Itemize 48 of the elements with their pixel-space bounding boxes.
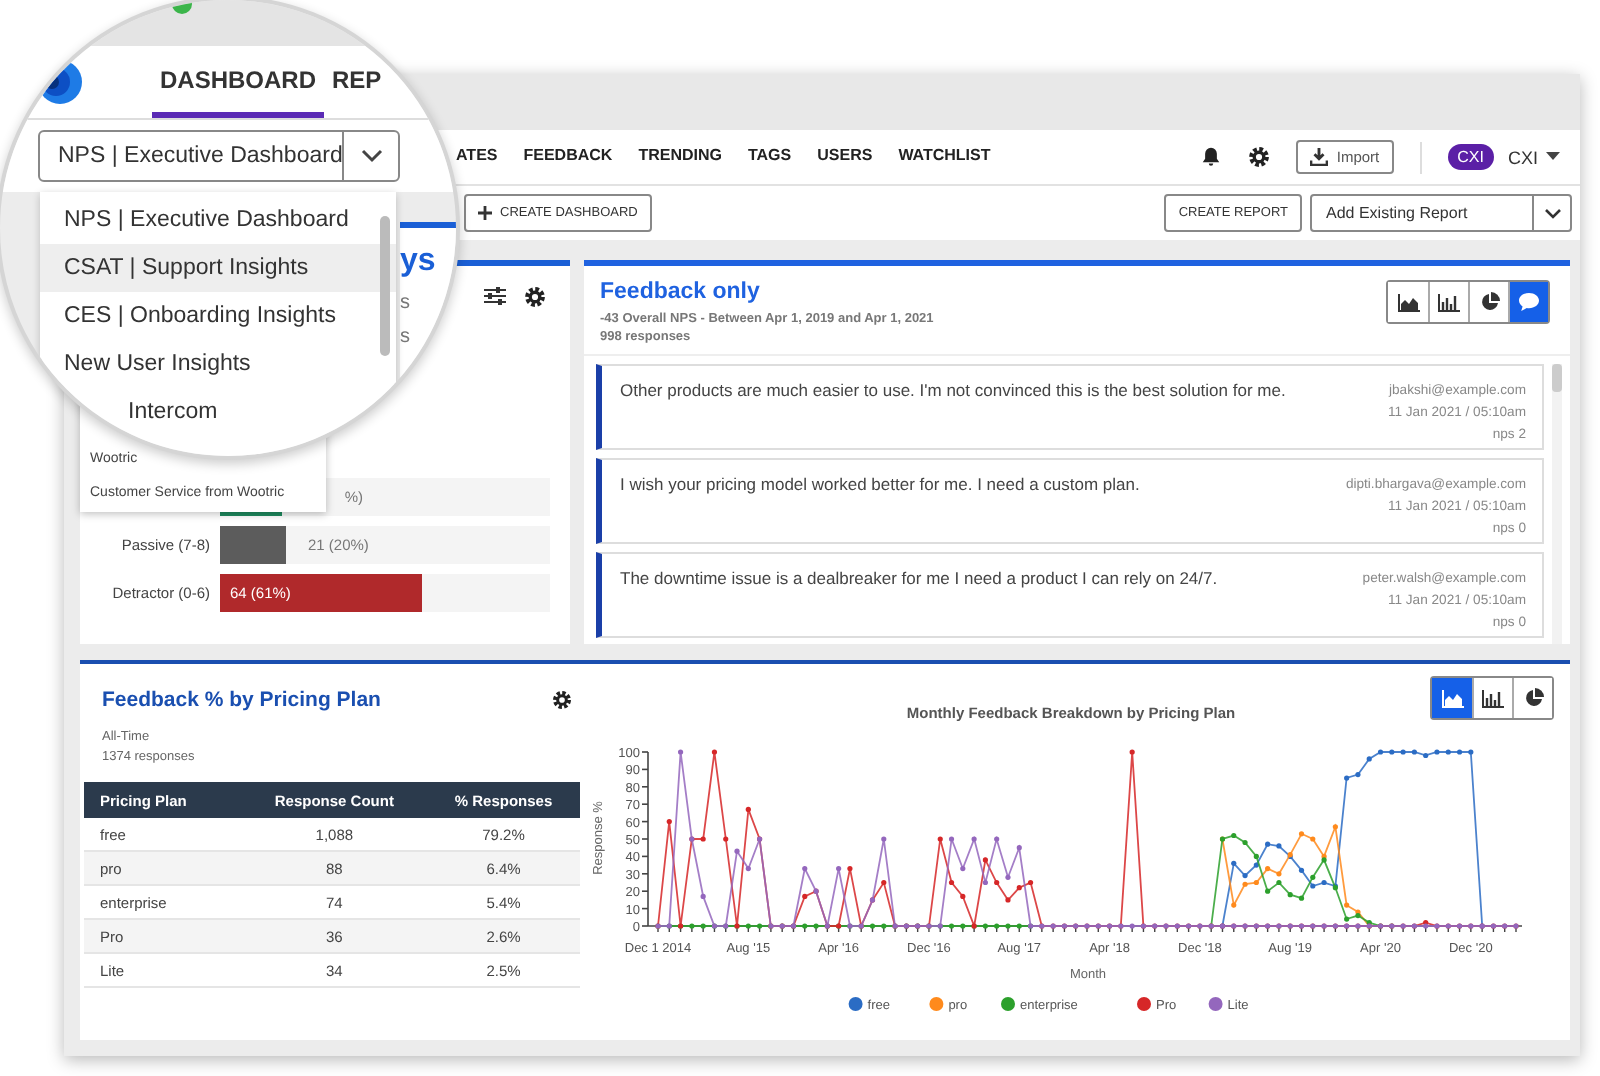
view-button[interactable]: [1512, 678, 1552, 718]
panel-title: ys: [400, 242, 438, 280]
account-badge[interactable]: CXI: [1447, 144, 1494, 170]
scrollbar[interactable]: [380, 216, 390, 356]
menu-item[interactable]: New User Insights: [40, 340, 396, 388]
menu-item[interactable]: CSAT | Support Insights: [40, 244, 396, 292]
scrollbar-thumb[interactable]: [1552, 364, 1562, 392]
download-icon: [1310, 148, 1329, 166]
speech-bubble-icon: [1518, 292, 1540, 312]
report-select[interactable]: Add Existing Report: [1310, 194, 1572, 232]
nav-tab[interactable]: REP: [324, 46, 390, 118]
dashboard-select[interactable]: NPS | Executive Dashboard: [38, 130, 400, 182]
settings-icon[interactable]: [552, 690, 572, 710]
account-name[interactable]: CXI: [1507, 147, 1538, 167]
view-button[interactable]: [1508, 282, 1548, 322]
settings-icon[interactable]: [524, 286, 546, 308]
nav-tab[interactable]: FEEDBACK: [523, 140, 613, 174]
panel-subtitle: s: [400, 326, 412, 348]
scrollbar[interactable]: [1552, 364, 1562, 644]
panel-title: Feedback only: [600, 280, 762, 304]
bar-chart-icon: [1482, 689, 1504, 707]
bar-chart-icon: [1438, 293, 1460, 311]
response-text: Other products are much easier to use. I'm not convinced this is the best solution for me.: [620, 380, 1286, 404]
caret-icon[interactable]: [1546, 152, 1560, 162]
nav-tab[interactable]: WATCHLIST: [898, 140, 991, 174]
nav-tab[interactable]: TRENDING: [638, 140, 722, 174]
pie-chart-icon: [1479, 292, 1499, 312]
panel-subtitle: s: [400, 292, 412, 314]
pie-chart-icon: [1523, 688, 1543, 708]
nav-tab[interactable]: USERS: [817, 140, 873, 174]
menu-item[interactable]: Intercom: [40, 388, 396, 436]
plus-icon: [478, 206, 492, 220]
menu-item[interactable]: CES | Onboarding Insights: [40, 292, 396, 340]
area-chart-icon: [1397, 293, 1419, 311]
response-text: I wish your pricing model worked better for me. I need a custom plan.: [620, 474, 1140, 498]
chevron-icon: [359, 148, 384, 164]
response-text: The downtime issue is a dealbreaker for me I need a product I can rely on 24/7.: [620, 568, 1218, 592]
settings-icon[interactable]: [1248, 146, 1271, 168]
nav-tab[interactable]: ATES: [456, 140, 498, 174]
sliders-icon[interactable]: [484, 286, 506, 306]
chevron-icon: [1543, 207, 1561, 219]
view-button[interactable]: [1432, 678, 1472, 718]
bell-icon[interactable]: [1200, 146, 1223, 168]
nav-tab[interactable]: TAGS: [747, 140, 792, 174]
menu-item[interactable]: NPS | Executive Dashboard: [40, 196, 396, 244]
status-dot-icon: [172, 0, 192, 14]
area-chart-icon: [1441, 689, 1463, 707]
panel-title: Feedback % by Pricing Plan: [102, 688, 381, 712]
